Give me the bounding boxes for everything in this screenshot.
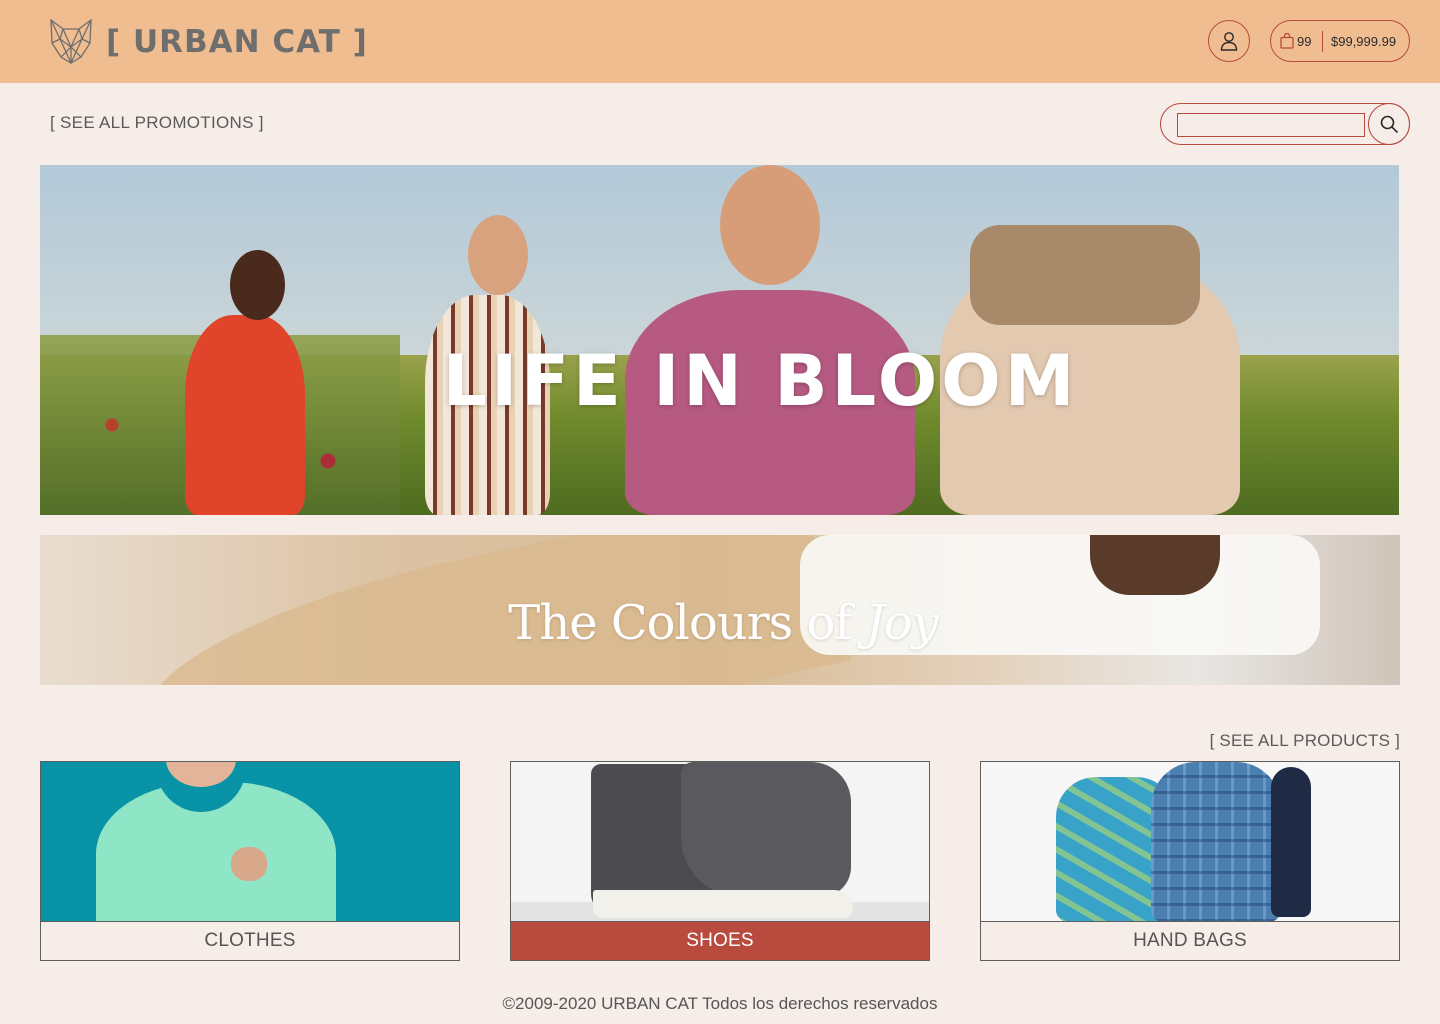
shoe-front bbox=[681, 762, 851, 897]
shoe-sole bbox=[593, 890, 853, 918]
search-bar bbox=[1160, 103, 1410, 145]
cart-total: $99,999.99 bbox=[1331, 34, 1397, 49]
see-all-promotions-link[interactable]: [ SEE ALL PROMOTIONS ] bbox=[50, 113, 264, 133]
banner-title-main: The Colours of bbox=[508, 595, 866, 651]
search-button[interactable] bbox=[1368, 103, 1410, 145]
brand-name[interactable]: [ URBAN CAT ] bbox=[106, 21, 368, 63]
banner-model-hair bbox=[1090, 535, 1220, 595]
banner-title-emphasis: Joy bbox=[865, 595, 938, 651]
search-icon bbox=[1380, 115, 1399, 134]
colours-of-joy-banner[interactable]: The Colours of Joy bbox=[40, 535, 1400, 685]
hero-model-top bbox=[970, 225, 1200, 325]
shoes-image bbox=[511, 762, 929, 921]
category-label: HAND BAGS bbox=[981, 921, 1399, 960]
category-label: CLOTHES bbox=[41, 921, 459, 960]
footer-copyright: ©2009-2020 URBAN CAT Todos los derechos … bbox=[502, 994, 938, 1013]
cart-count: 99 bbox=[1297, 34, 1312, 49]
cat-logo-icon[interactable] bbox=[48, 17, 94, 65]
clothes-model-hand bbox=[231, 847, 267, 881]
cart-divider bbox=[1322, 31, 1323, 52]
hero-model-head bbox=[468, 215, 528, 295]
search-input[interactable] bbox=[1177, 113, 1365, 137]
backpack-strap bbox=[1271, 767, 1311, 917]
cart-button[interactable]: 99 $99,999.99 bbox=[1270, 20, 1410, 62]
banner-title: The Colours of Joy bbox=[40, 593, 1400, 653]
category-card-hand-bags[interactable]: HAND BAGS bbox=[980, 761, 1400, 961]
see-all-products-link[interactable]: [ SEE ALL PRODUCTS ] bbox=[1210, 731, 1400, 751]
hero-title: LIFE IN BLOOM bbox=[442, 340, 1079, 422]
category-card-shoes[interactable]: SHOES bbox=[510, 761, 930, 961]
site-header: [ URBAN CAT ] 99 $99,999.99 bbox=[0, 0, 1440, 83]
hero-banner[interactable]: LIFE IN BLOOM bbox=[40, 165, 1399, 515]
clothes-image bbox=[41, 762, 459, 921]
hero-model-head bbox=[720, 165, 820, 285]
category-card-clothes[interactable]: CLOTHES bbox=[40, 761, 460, 961]
category-label: SHOES bbox=[511, 921, 929, 960]
backpack-plaid bbox=[1151, 762, 1281, 921]
hero-model-head bbox=[230, 250, 285, 320]
hand-bags-image bbox=[981, 762, 1399, 921]
account-button[interactable] bbox=[1208, 20, 1250, 62]
shopping-bag-icon bbox=[1280, 33, 1294, 49]
user-icon bbox=[1220, 32, 1238, 51]
